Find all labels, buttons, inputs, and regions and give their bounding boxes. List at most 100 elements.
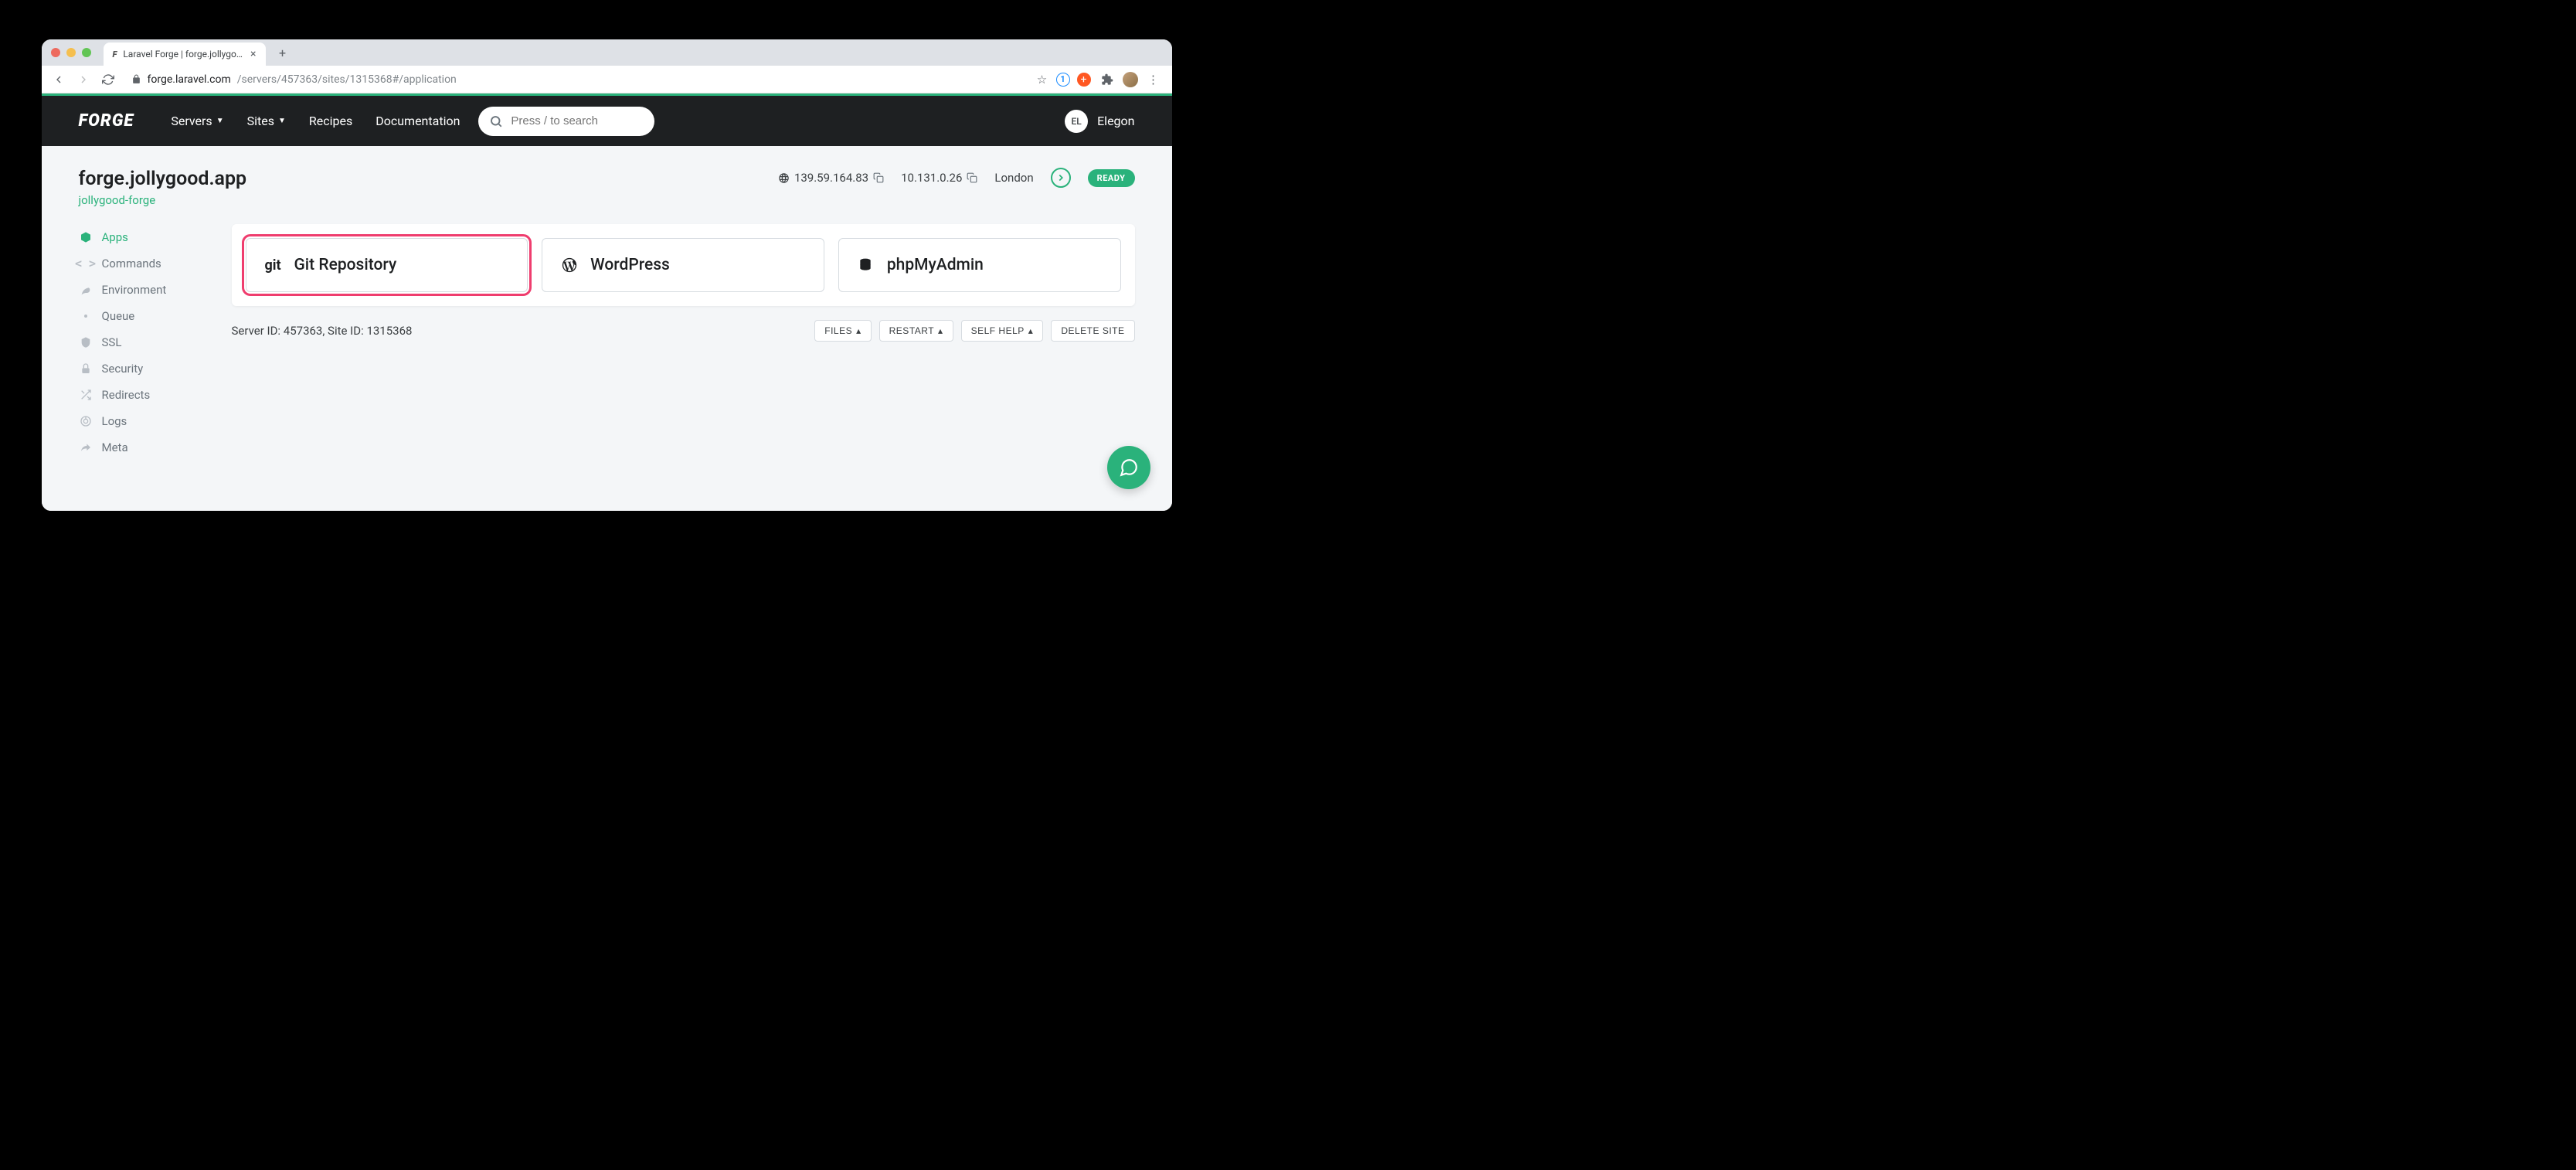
sidebar-item-commands[interactable]: < > Commands (79, 250, 210, 277)
footer-row: Server ID: 457363, Site ID: 1315368 FILE… (232, 320, 1135, 342)
content-row: Apps < > Commands Environment Queue SSL (79, 224, 1135, 461)
sidebar-item-environment[interactable]: Environment (79, 277, 210, 303)
copy-icon[interactable] (967, 172, 977, 183)
forward-button[interactable] (73, 69, 94, 90)
browser-tab[interactable]: F Laravel Forge | forge.jollygood × (104, 43, 266, 66)
card-label: phpMyAdmin (887, 256, 984, 274)
sidebar-item-redirects[interactable]: Redirects (79, 382, 210, 408)
server-site-ids: Server ID: 457363, Site ID: 1315368 (232, 324, 413, 338)
menu-icon[interactable]: ⋮ (1144, 70, 1163, 89)
chat-fab[interactable] (1107, 446, 1150, 489)
globe-icon (778, 172, 790, 184)
sidebar: Apps < > Commands Environment Queue SSL (79, 224, 210, 461)
meta-icon (79, 441, 93, 454)
browser-window: F Laravel Forge | forge.jollygood × + fo… (42, 39, 1172, 511)
git-icon: git (265, 257, 284, 274)
redirects-icon (79, 389, 93, 401)
git-repository-card[interactable]: git Git Repository (246, 238, 528, 292)
search-icon (489, 114, 503, 128)
app-header: FORGE Servers▼ Sites▼ Recipes Documentat… (42, 96, 1172, 146)
sidebar-item-label: Security (102, 362, 144, 376)
status-badge: READY (1088, 169, 1135, 187)
sidebar-item-ssl[interactable]: SSL (79, 329, 210, 355)
private-ip: 10.131.0.26 (901, 171, 977, 185)
window-maximize[interactable] (82, 48, 91, 57)
nav-recipes[interactable]: Recipes (309, 114, 352, 128)
app-selector-panel: git Git Repository WordPress phpMyAdmi (232, 224, 1135, 306)
sidebar-item-queue[interactable]: Queue (79, 303, 210, 329)
caret-up-icon: ▴ (938, 325, 943, 336)
close-tab-icon[interactable]: × (250, 48, 256, 60)
sidebar-item-label: Queue (102, 309, 135, 323)
database-icon (858, 257, 876, 273)
phpmyadmin-card[interactable]: phpMyAdmin (838, 238, 1121, 292)
nav-documentation[interactable]: Documentation (376, 114, 460, 128)
reload-button[interactable] (97, 69, 119, 90)
restart-button[interactable]: RESTART ▴ (879, 320, 953, 342)
sidebar-item-label: Environment (102, 283, 167, 297)
caret-up-icon: ▴ (856, 325, 861, 336)
url-path: /servers/457363/sites/1315368#/applicati… (237, 73, 457, 86)
sidebar-item-security[interactable]: Security (79, 355, 210, 382)
queue-icon (79, 310, 93, 322)
sidebar-item-label: Logs (102, 414, 127, 428)
tab-bar: F Laravel Forge | forge.jollygood × + (42, 39, 1172, 66)
url-field[interactable]: forge.laravel.com/servers/457363/sites/1… (122, 73, 1030, 86)
caret-up-icon: ▴ (1028, 325, 1034, 336)
user-avatar: EL (1065, 110, 1088, 133)
wordpress-icon (561, 257, 579, 274)
user-name: Elegon (1097, 114, 1134, 128)
sidebar-item-label: Meta (102, 440, 128, 454)
window-minimize[interactable] (66, 48, 76, 57)
sidebar-item-label: Redirects (102, 388, 151, 402)
window-close[interactable] (51, 48, 60, 57)
user-area[interactable]: EL Elegon (1065, 110, 1134, 133)
extensions-puzzle-icon[interactable] (1098, 70, 1116, 89)
caret-down-icon: ▼ (216, 117, 224, 125)
site-header: forge.jollygood.app jollygood-forge 139.… (79, 168, 1135, 207)
sidebar-item-meta[interactable]: Meta (79, 434, 210, 461)
logo[interactable]: FORGE (79, 111, 134, 131)
sidebar-item-apps[interactable]: Apps (79, 224, 210, 250)
commands-icon: < > (79, 257, 93, 270)
copy-icon[interactable] (873, 172, 884, 183)
search-input[interactable] (511, 114, 644, 128)
wordpress-card[interactable]: WordPress (542, 238, 824, 292)
card-label: WordPress (590, 256, 670, 274)
server-link[interactable]: jollygood-forge (79, 193, 247, 207)
site-domain: forge.jollygood.app (79, 168, 247, 190)
sidebar-item-label: SSL (102, 335, 122, 349)
site-meta: 139.59.164.83 10.131.0.26 London (778, 168, 1135, 188)
site-title-block: forge.jollygood.app jollygood-forge (79, 168, 247, 207)
delete-site-button[interactable]: DELETE SITE (1051, 320, 1134, 342)
profile-avatar-icon[interactable] (1121, 70, 1140, 89)
address-bar: forge.laravel.com/servers/457363/sites/1… (42, 66, 1172, 94)
url-host: forge.laravel.com (148, 73, 231, 86)
new-tab-button[interactable]: + (272, 42, 294, 63)
nav-menu: Servers▼ Sites▼ Recipes Documentation (171, 114, 460, 128)
star-icon[interactable]: ☆ (1033, 70, 1052, 89)
nav-servers[interactable]: Servers▼ (171, 114, 223, 128)
open-site-button[interactable] (1051, 168, 1071, 188)
extension-icons: ☆ 1 + ⋮ (1033, 70, 1166, 89)
sidebar-item-label: Apps (102, 230, 128, 244)
sidebar-item-logs[interactable]: Logs (79, 408, 210, 434)
security-icon (79, 362, 93, 375)
caret-down-icon: ▼ (278, 117, 286, 125)
files-button[interactable]: FILES ▴ (814, 320, 871, 342)
lock-icon (131, 74, 141, 84)
traffic-lights (51, 48, 91, 57)
public-ip: 139.59.164.83 (778, 171, 884, 185)
nav-sites[interactable]: Sites▼ (247, 114, 286, 128)
page-body: forge.jollygood.app jollygood-forge 139.… (42, 146, 1172, 511)
tab-title: Laravel Forge | forge.jollygood (123, 49, 244, 60)
self-help-button[interactable]: SELF HELP ▴ (961, 320, 1044, 342)
sidebar-item-label: Commands (102, 257, 161, 270)
back-button[interactable] (48, 69, 70, 90)
main-panel: git Git Repository WordPress phpMyAdmi (232, 224, 1135, 461)
region: London (994, 171, 1033, 185)
action-buttons: FILES ▴ RESTART ▴ SELF HELP ▴ DELETE SIT… (814, 320, 1134, 342)
onepassword-icon[interactable]: 1 (1056, 73, 1070, 87)
search-box[interactable] (478, 107, 654, 136)
extension-orange-icon[interactable]: + (1075, 70, 1093, 89)
